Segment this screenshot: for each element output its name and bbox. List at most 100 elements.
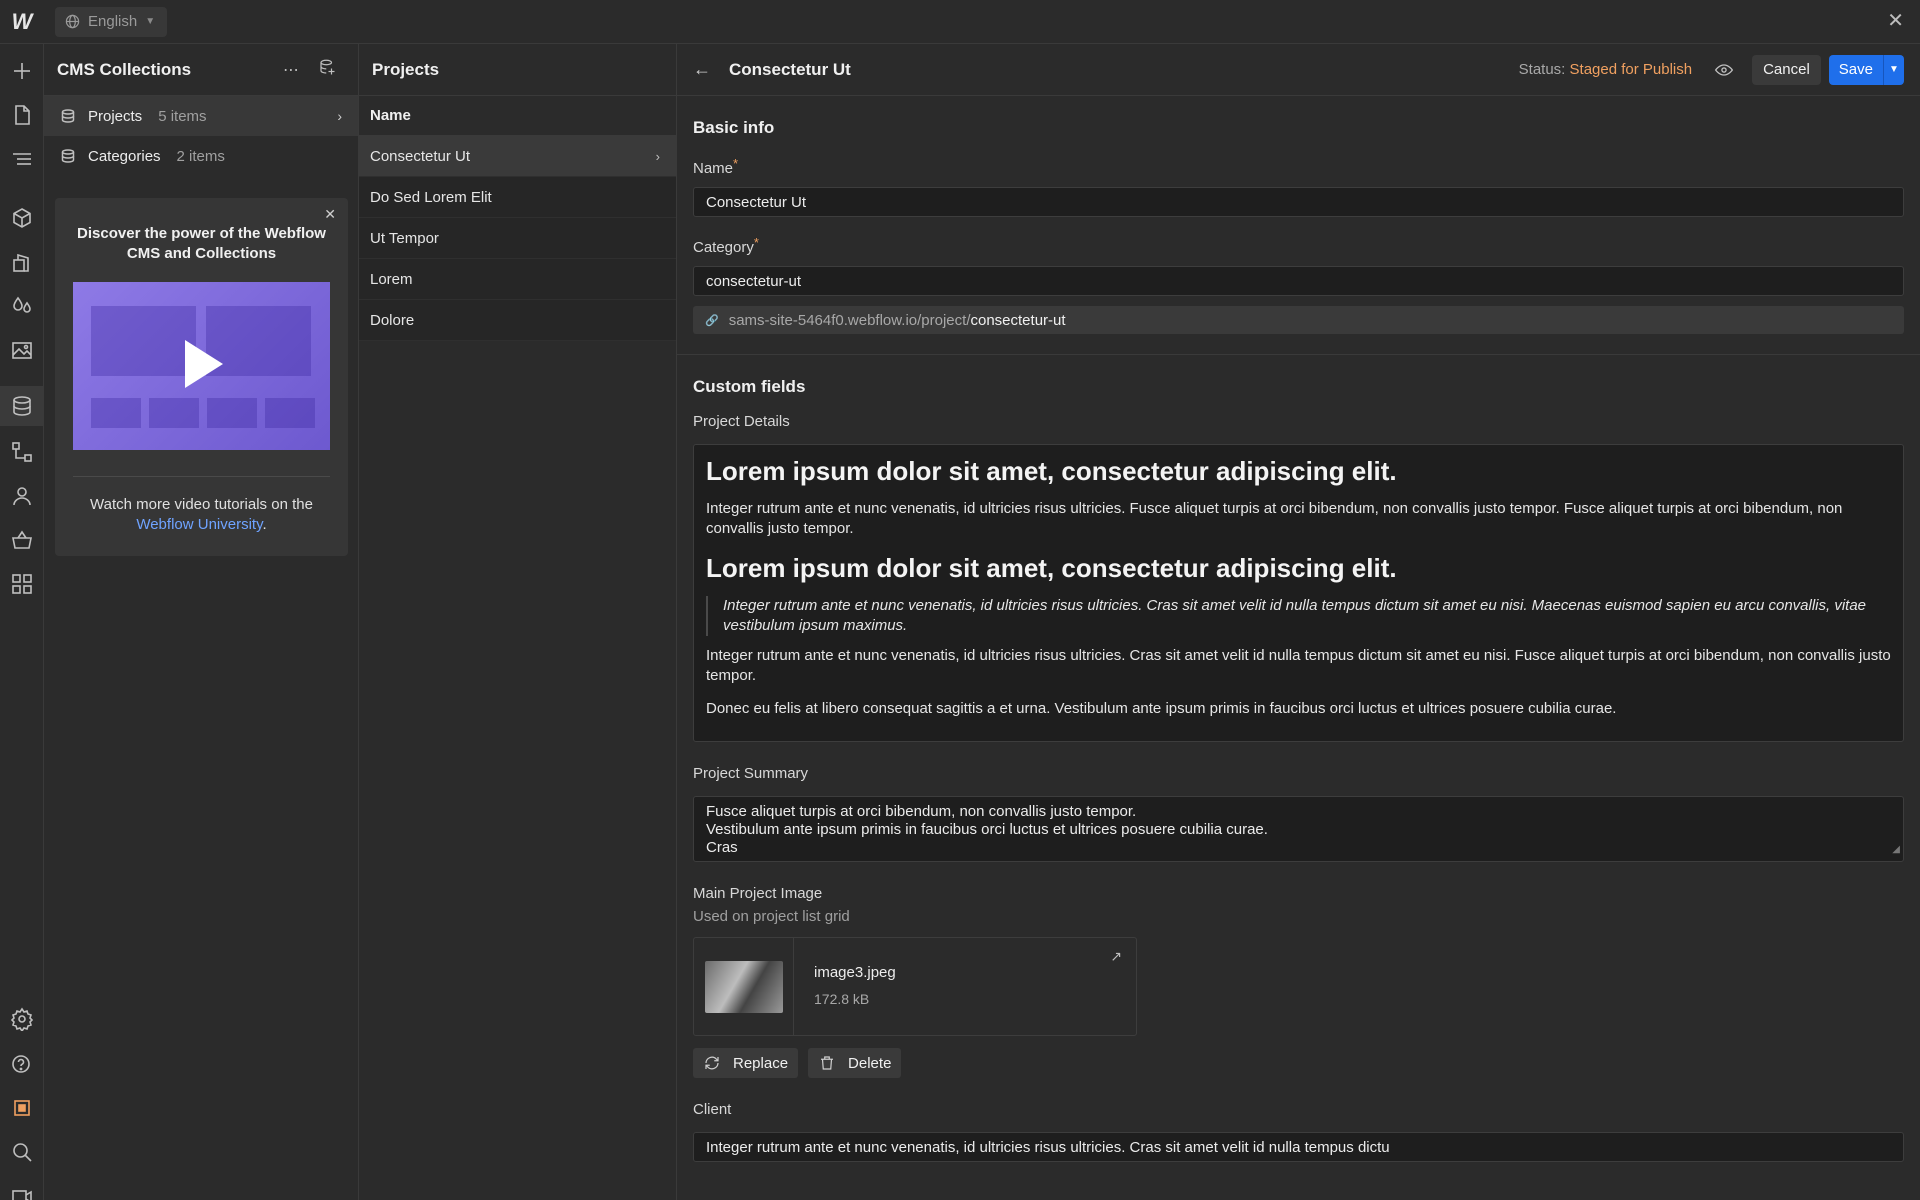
database-icon	[60, 148, 76, 164]
image-filesize: 172.8 kB	[814, 991, 870, 1007]
image-card[interactable]: image3.jpeg 172.8 kB ↗	[693, 937, 1137, 1036]
list-item[interactable]: Do Sed Lorem Elit	[359, 177, 676, 218]
list-item[interactable]: Consectetur Ut ›	[359, 136, 676, 177]
components-icon[interactable]	[0, 198, 44, 238]
project-summary-label: Project Summary	[693, 765, 809, 782]
name-field[interactable]: Consectetur Ut	[693, 187, 1904, 217]
video-icon[interactable]	[0, 1176, 44, 1200]
ecommerce-icon[interactable]	[0, 520, 44, 560]
collection-name: Categories	[88, 147, 161, 165]
save-button-group: Save ▼	[1828, 54, 1904, 85]
preview-eye-icon[interactable]	[1714, 60, 1734, 80]
webflow-university-link[interactable]: Webflow University	[136, 516, 262, 533]
name-label-row: Name*	[693, 156, 1904, 177]
column-header-name[interactable]: Name	[359, 96, 676, 136]
name-label: Name	[693, 160, 734, 177]
divider	[73, 476, 330, 477]
list-item[interactable]: Lorem	[359, 259, 676, 300]
delete-button[interactable]: Delete	[808, 1048, 902, 1078]
basic-info-heading: Basic info	[693, 118, 775, 137]
delete-label: Delete	[848, 1054, 892, 1072]
video-thumbnail[interactable]	[73, 282, 330, 450]
search-icon[interactable]	[0, 1132, 44, 1172]
slug-value: consectetur-ut	[970, 311, 1066, 329]
basic-info-section: Basic info Name* Consectetur Ut Category…	[677, 96, 1920, 334]
styles-icon[interactable]	[0, 242, 44, 282]
rich-paragraph: Integer rutrum ante et nunc venenatis, i…	[706, 647, 1891, 684]
add-icon[interactable]	[0, 51, 44, 91]
project-summary-field[interactable]: Fusce aliquet turpis at orci bibendum, n…	[693, 796, 1904, 862]
database-icon	[60, 108, 76, 124]
custom-fields-section: Custom fields Project Details Lorem ipsu…	[677, 355, 1920, 1162]
status-text: Status: Staged for Publish	[1519, 61, 1692, 78]
editor-header: ← Consectetur Ut Status: Staged for Publ…	[677, 44, 1920, 96]
item-title: Consectetur Ut	[729, 59, 851, 79]
project-details-rich-text[interactable]: Lorem ipsum dolor sit amet, consectetur …	[693, 444, 1904, 742]
users-icon[interactable]	[0, 476, 44, 516]
rich-heading: Lorem ipsum dolor sit amet, consectetur …	[706, 553, 1397, 583]
replace-button[interactable]: Replace	[693, 1048, 799, 1078]
project-details-label: Project Details	[693, 413, 790, 430]
help-icon[interactable]	[0, 1043, 44, 1083]
replace-icon	[705, 1056, 719, 1070]
rich-paragraph: Donec eu felis at libero consequat sagit…	[706, 700, 1617, 717]
navigator-icon[interactable]	[0, 139, 44, 179]
collections-header: CMS Collections ⋯	[44, 44, 358, 96]
image-filename: image3.jpeg	[814, 964, 896, 981]
logic-icon[interactable]	[0, 432, 44, 472]
main-image-hint: Used on project list grid	[693, 908, 850, 925]
close-icon[interactable]: ✕	[1887, 10, 1904, 32]
list-item[interactable]: Dolore	[359, 300, 676, 341]
items-panel-title: Projects	[359, 44, 676, 96]
back-arrow-icon[interactable]: ←	[693, 59, 711, 80]
category-field[interactable]: consectetur-ut	[693, 266, 1904, 296]
rich-blockquote: Integer rutrum ante et nunc venenatis, i…	[706, 596, 1891, 636]
globe-icon	[65, 14, 80, 29]
collection-item-categories[interactable]: Categories 2 items	[44, 136, 358, 176]
promo-card: ✕ Discover the power of the Webflow CMS …	[55, 198, 348, 556]
audit-icon[interactable]	[0, 1088, 44, 1128]
image-info: image3.jpeg 172.8 kB	[794, 938, 916, 1035]
language-selector[interactable]: English ▼	[55, 6, 168, 37]
summary-line: Fusce aliquet turpis at orci bibendum, n…	[706, 803, 1137, 820]
top-bar: W English ▼ ✕	[0, 0, 1920, 44]
slug-url[interactable]: 🔗 sams-site-5464f0.webflow.io/project/ c…	[693, 306, 1904, 334]
custom-fields-heading: Custom fields	[693, 377, 806, 396]
collection-item-projects[interactable]: Projects 5 items ›	[44, 96, 358, 136]
client-field[interactable]: Integer rutrum ante et nunc venenatis, i…	[693, 1132, 1904, 1162]
list-item[interactable]: Ut Tempor	[359, 218, 676, 259]
save-options-chevron-icon[interactable]: ▼	[1884, 54, 1904, 85]
settings-icon[interactable]	[0, 999, 44, 1039]
promo-text-end: .	[262, 516, 267, 533]
item-name: Ut Tempor	[370, 229, 439, 247]
chevron-right-icon: ›	[655, 148, 660, 164]
item-name: Do Sed Lorem Elit	[370, 188, 492, 206]
status-label: Status:	[1518, 61, 1566, 78]
trash-icon	[821, 1056, 834, 1070]
language-label: English	[88, 13, 138, 30]
pages-icon[interactable]	[0, 95, 44, 135]
category-label-row: Category*	[693, 235, 1904, 256]
save-button[interactable]: Save	[1828, 54, 1884, 85]
cancel-button[interactable]: Cancel	[1752, 54, 1821, 85]
more-options-icon[interactable]: ⋯	[273, 60, 309, 80]
assets-icon[interactable]	[0, 330, 44, 370]
cms-icon[interactable]	[0, 386, 44, 426]
rich-heading: Lorem ipsum dolor sit amet, consectetur …	[706, 456, 1397, 486]
collection-count: 5 items	[158, 107, 207, 125]
promo-title: Discover the power of the Webflow CMS an…	[77, 225, 326, 262]
summary-line: Vestibulum ante ipsum primis in faucibus…	[706, 821, 1268, 838]
webflow-logo[interactable]: W	[0, 0, 44, 44]
item-name: Dolore	[370, 311, 415, 329]
link-icon: 🔗	[705, 314, 719, 327]
summary-line: Cras	[706, 839, 738, 856]
add-collection-icon[interactable]	[309, 58, 345, 81]
resize-grip-icon[interactable]: ◢	[1892, 841, 1900, 859]
close-promo-icon[interactable]: ✕	[324, 206, 336, 223]
open-external-icon[interactable]: ↗	[1110, 948, 1122, 965]
main-image-label: Main Project Image	[693, 885, 823, 902]
play-icon[interactable]	[185, 340, 223, 388]
category-label: Category	[693, 239, 754, 256]
apps-icon[interactable]	[0, 564, 44, 604]
variables-icon[interactable]	[0, 286, 44, 326]
